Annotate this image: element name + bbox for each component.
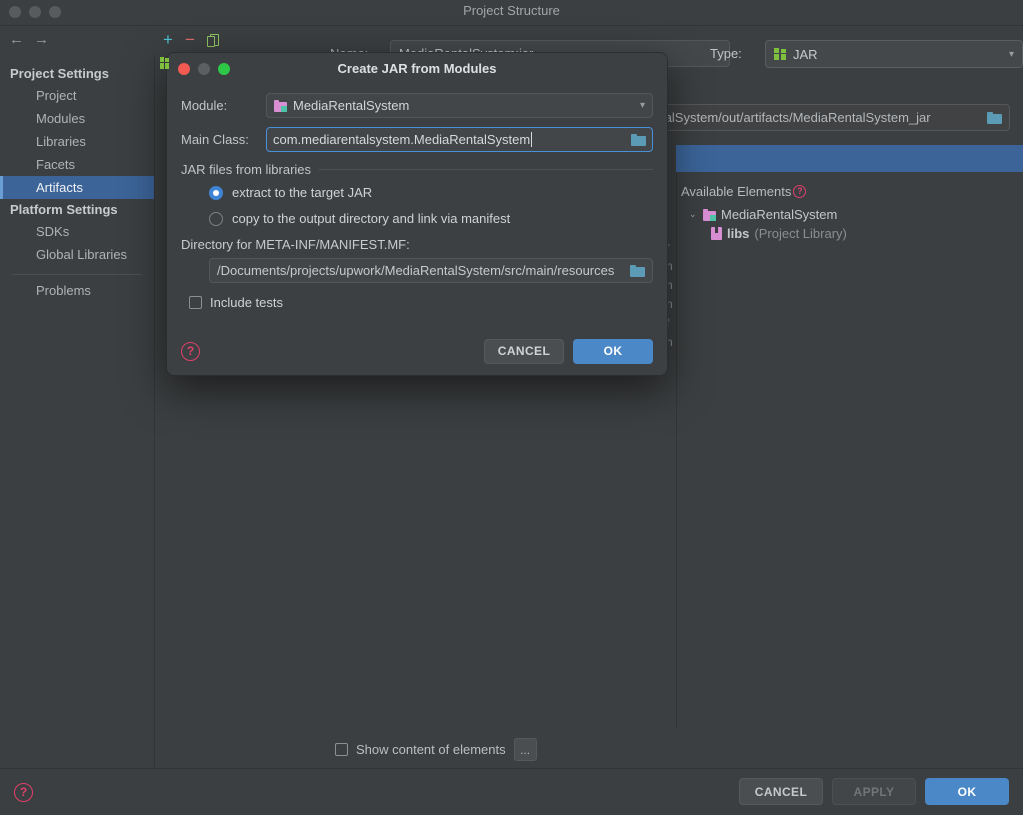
- folder-icon[interactable]: [630, 264, 645, 277]
- group-divider: [319, 169, 653, 170]
- sidebar-divider: [12, 274, 142, 275]
- main-class-row: Main Class: com.mediarentalsystem.MediaR…: [181, 127, 653, 152]
- dialog-title: Create JAR from Modules: [337, 61, 497, 76]
- show-content-checkbox[interactable]: [335, 742, 348, 756]
- tree-row-suffix: (Project Library): [754, 226, 847, 241]
- project-structure-window: Project Structure ← → Project Settings P…: [0, 0, 1023, 815]
- main-class-value: com.mediarentalsystem.MediaRentalSystem: [273, 132, 531, 147]
- module-row: Module: MediaRentalSystem ▾: [181, 93, 653, 118]
- manifest-directory-input[interactable]: /Documents/projects/upwork/MediaRentalSy…: [209, 258, 653, 283]
- forward-arrow-icon[interactable]: →: [34, 32, 49, 48]
- window-title: Project Structure: [463, 3, 560, 18]
- available-elements-label: Available Elements: [681, 184, 792, 199]
- main-class-input[interactable]: com.mediarentalsystem.MediaRentalSystem: [266, 127, 653, 152]
- include-tests-row[interactable]: Include tests: [189, 295, 653, 310]
- module-select[interactable]: MediaRentalSystem ▾: [266, 93, 653, 118]
- chevron-down-icon: ▾: [639, 100, 645, 111]
- sidebar-item-artifacts[interactable]: Artifacts: [0, 176, 154, 199]
- module-icon: [274, 99, 287, 112]
- sidebar-item-facets[interactable]: Facets: [0, 153, 154, 176]
- nav-arrows: ← →: [9, 32, 49, 48]
- radio-extract-label: extract to the target JAR: [232, 185, 373, 200]
- text-caret: [531, 132, 533, 147]
- tree-row[interactable]: libs (Project Library): [677, 224, 1023, 243]
- jar-icon: [774, 48, 786, 60]
- add-icon[interactable]: +: [163, 30, 173, 49]
- radio-extract-row[interactable]: extract to the target JAR: [209, 185, 653, 200]
- chevron-down-icon: ▾: [1008, 48, 1014, 60]
- manifest-directory-value: /Documents/projects/upwork/MediaRentalSy…: [217, 263, 615, 278]
- sidebar-item-sdks[interactable]: SDKs: [0, 220, 154, 243]
- selected-tree-row-highlight[interactable]: [676, 145, 1023, 172]
- sidebar-item-project[interactable]: Project: [0, 84, 154, 107]
- library-icon: [711, 227, 722, 240]
- folder-icon[interactable]: [631, 133, 646, 146]
- radio-extract-to-target-jar[interactable]: [209, 185, 223, 200]
- more-options-button[interactable]: ...: [513, 737, 537, 761]
- help-icon[interactable]: ?: [181, 341, 200, 361]
- output-directory-input[interactable]: aRentalSystem/out/artifacts/MediaRentalS…: [622, 104, 1010, 131]
- radio-copy-to-output-directory[interactable]: [209, 211, 223, 226]
- main-class-label: Main Class:: [181, 132, 249, 147]
- tree-row[interactable]: ⌄ MediaRentalSystem: [677, 205, 1023, 224]
- dialog-footer: ? CANCEL OK: [167, 327, 667, 375]
- output-directory-value: aRentalSystem/out/artifacts/MediaRentalS…: [630, 110, 931, 125]
- module-label: Module:: [181, 98, 228, 113]
- show-content-label: Show content of elements: [356, 741, 506, 757]
- sidebar-item-problems[interactable]: Problems: [0, 279, 154, 302]
- radio-copy-label: copy to the output directory and link vi…: [232, 211, 511, 226]
- artifact-type-select[interactable]: JAR ▾: [765, 40, 1023, 68]
- folder-icon[interactable]: [987, 111, 1002, 124]
- dialog-cancel-button[interactable]: CANCEL: [484, 338, 564, 364]
- create-jar-dialog: Create JAR from Modules Module: MediaRen…: [160, 52, 668, 376]
- remove-icon[interactable]: −: [185, 30, 195, 49]
- window-titlebar: Project Structure: [0, 0, 1023, 26]
- radio-copy-row[interactable]: copy to the output directory and link vi…: [209, 211, 653, 226]
- copy-icon[interactable]: [206, 33, 220, 48]
- apply-button: APPLY: [832, 778, 916, 805]
- available-elements-header: Available Elements ?: [677, 180, 1023, 205]
- show-content-row: Show content of elements ...: [330, 730, 676, 768]
- manifest-directory-label: Directory for META-INF/MANIFEST.MF:: [181, 237, 410, 252]
- jar-files-group-label: JAR files from libraries: [181, 162, 312, 177]
- artifact-type-value: JAR: [793, 46, 818, 62]
- chevron-down-icon[interactable]: ⌄: [689, 209, 698, 220]
- available-elements-panel: Available Elements ? ⌄ MediaRentalSystem…: [676, 172, 1023, 728]
- help-icon[interactable]: ?: [14, 783, 33, 802]
- sidebar-group-platform-settings: Platform Settings: [10, 202, 118, 217]
- include-tests-checkbox[interactable]: [189, 296, 202, 309]
- back-arrow-icon[interactable]: ←: [9, 32, 24, 48]
- cancel-button[interactable]: CANCEL: [739, 778, 823, 805]
- ok-button[interactable]: OK: [925, 778, 1009, 805]
- module-icon: [703, 208, 716, 221]
- settings-sidebar: Project Settings Project Modules Librari…: [0, 55, 155, 768]
- dialog-ok-button[interactable]: OK: [573, 338, 653, 364]
- help-icon[interactable]: ?: [793, 185, 807, 198]
- tree-row-label: libs: [727, 226, 750, 241]
- tree-row-label: MediaRentalSystem: [721, 207, 838, 222]
- toolbar-icons: + −: [163, 30, 220, 49]
- sidebar-item-global-libraries[interactable]: Global Libraries: [0, 243, 154, 266]
- dialog-body: Module: MediaRentalSystem ▾ Main Class: …: [167, 85, 667, 310]
- type-label: Type:: [710, 46, 742, 61]
- dialog-titlebar: Create JAR from Modules: [167, 53, 667, 85]
- include-tests-label: Include tests: [210, 295, 283, 310]
- jar-files-group-header: JAR files from libraries: [181, 162, 653, 177]
- sidebar-group-project-settings: Project Settings: [10, 66, 109, 81]
- sidebar-item-libraries[interactable]: Libraries: [0, 130, 154, 153]
- sidebar-item-modules[interactable]: Modules: [0, 107, 154, 130]
- module-value: MediaRentalSystem: [293, 98, 410, 113]
- footer-buttons: CANCEL APPLY OK: [739, 778, 1009, 805]
